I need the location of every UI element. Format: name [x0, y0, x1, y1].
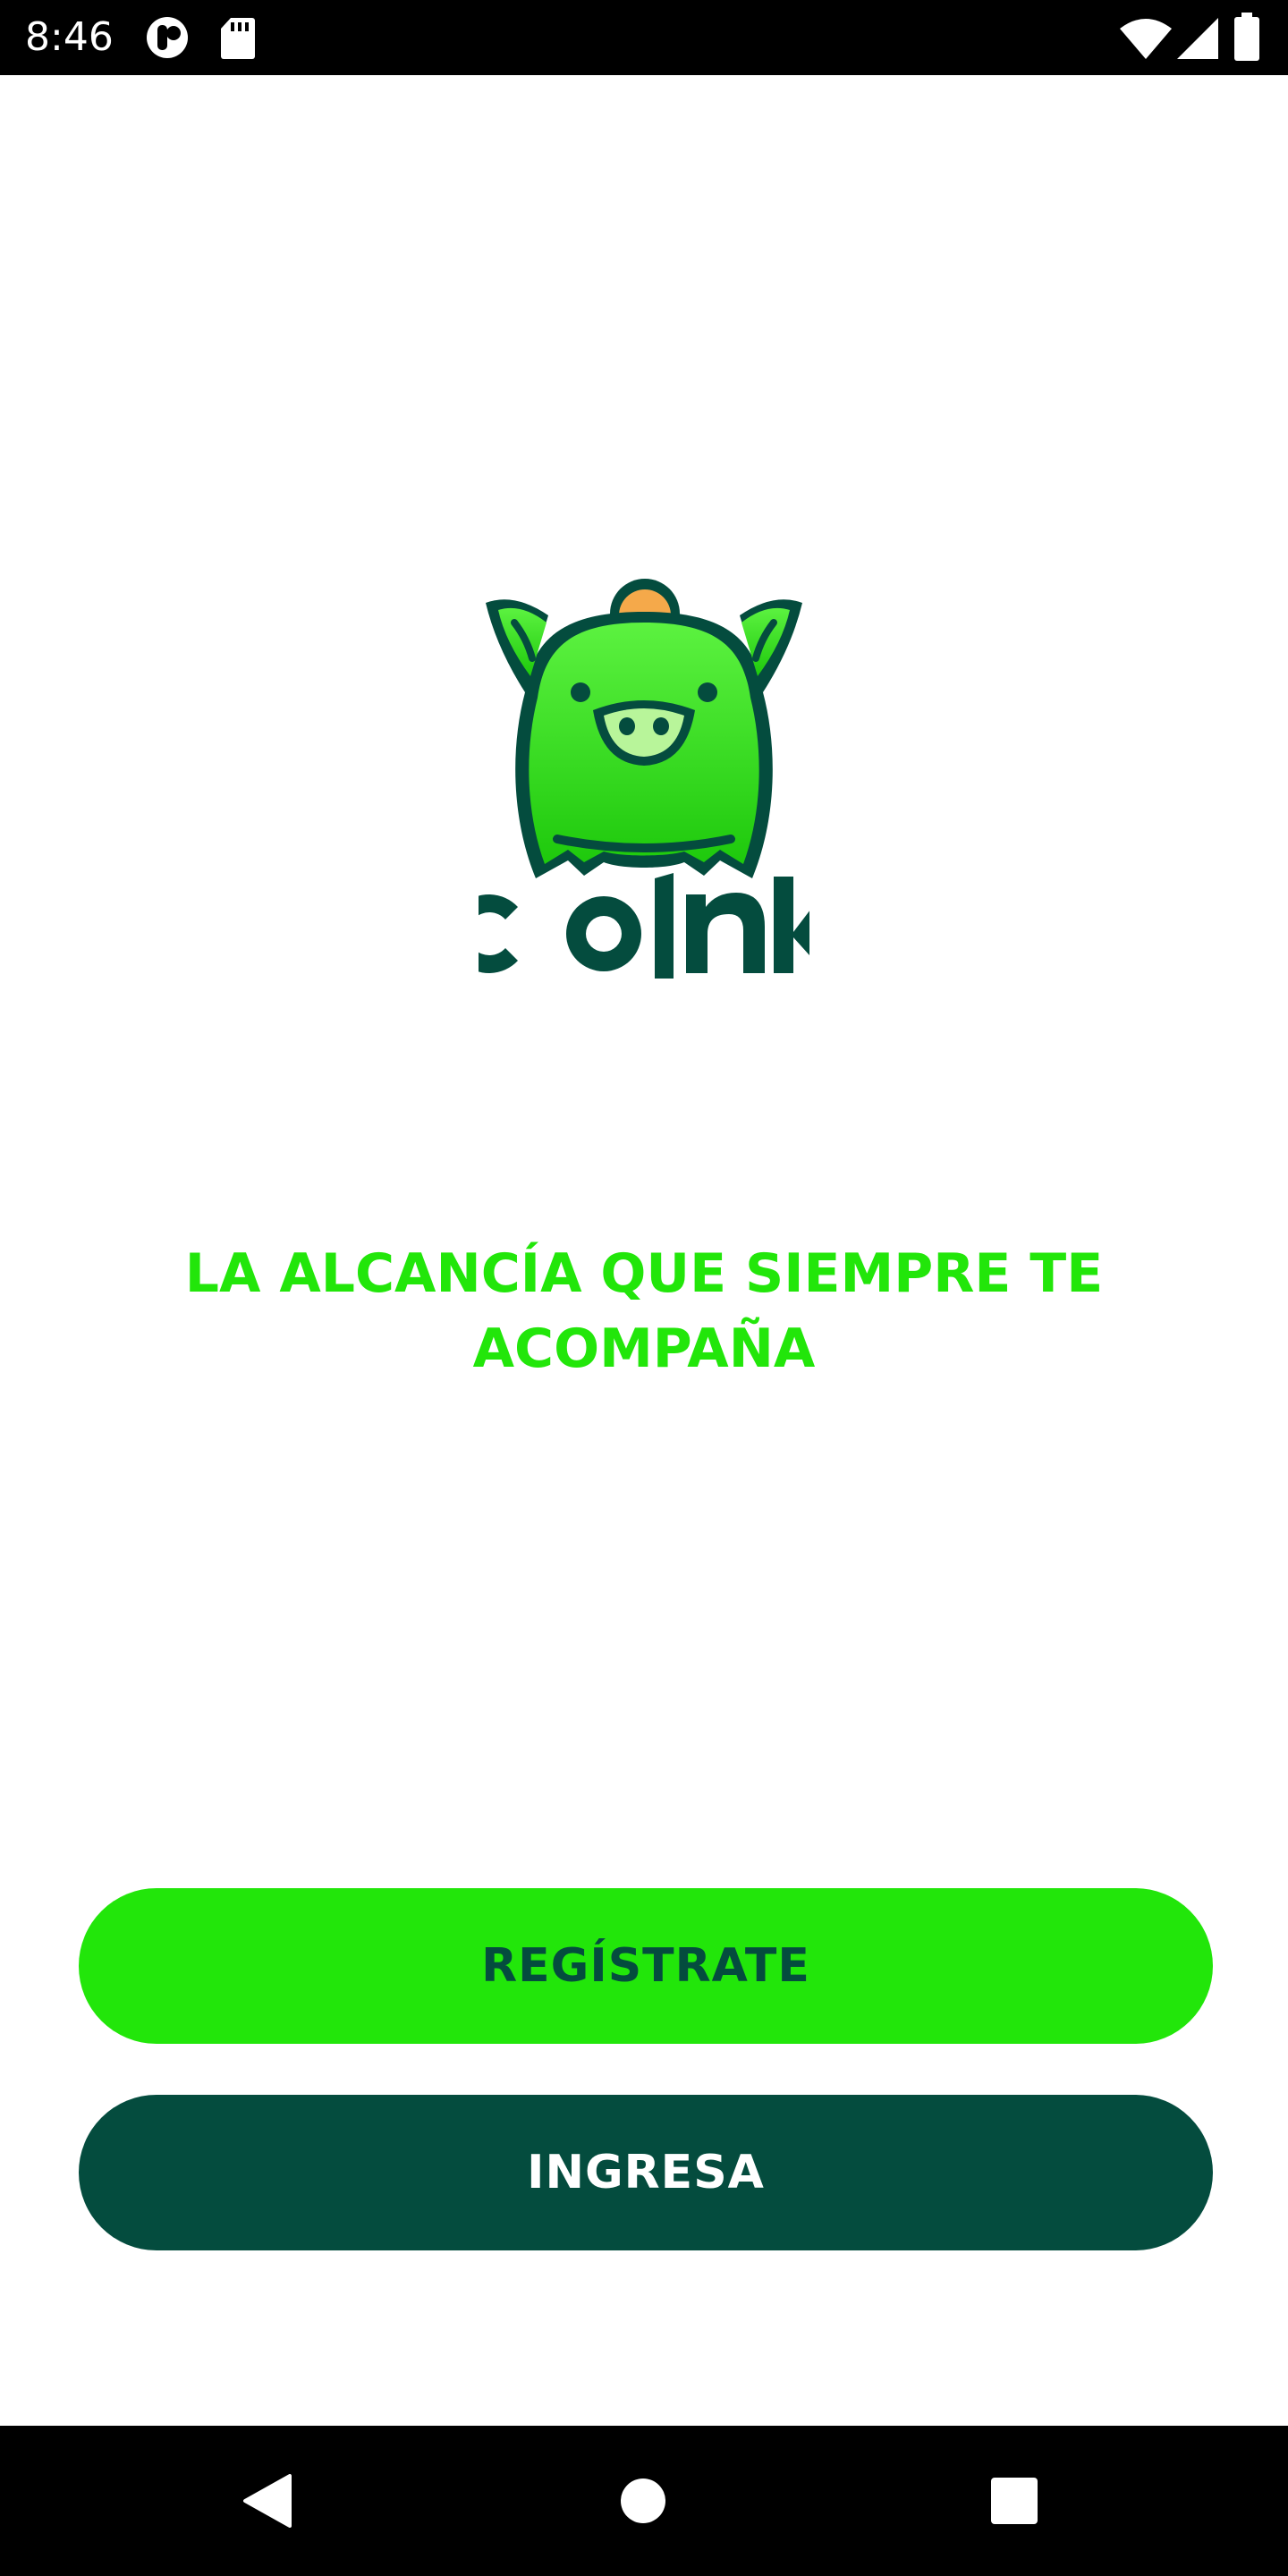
- coink-logo: [479, 579, 809, 979]
- battery-icon: [1234, 13, 1259, 61]
- tagline-line-1: LA ALCANCÍA QUE SIEMPRE TE: [184, 1242, 1104, 1305]
- tagline: LA ALCANCÍA QUE SIEMPRE TE ACOMPAÑA: [107, 1236, 1181, 1386]
- piggy-bank-icon: [486, 579, 802, 878]
- welcome-screen: LA ALCANCÍA QUE SIEMPRE TE ACOMPAÑA REGÍ…: [0, 75, 1288, 2426]
- circle-status-icon: [147, 17, 188, 58]
- wifi-icon: [1120, 19, 1172, 59]
- status-time: 8:46: [25, 14, 114, 60]
- login-button[interactable]: INGRESA: [79, 2095, 1213, 2250]
- status-bar: 8:46: [0, 0, 1288, 75]
- sd-card-icon: [221, 18, 255, 59]
- register-button[interactable]: REGÍSTRATE: [79, 1888, 1213, 2044]
- coink-wordmark: [479, 873, 809, 979]
- home-icon[interactable]: [620, 2478, 666, 2524]
- recents-icon[interactable]: [991, 2478, 1038, 2524]
- navigation-bar: [0, 2426, 1288, 2576]
- tagline-line-2: ACOMPAÑA: [472, 1318, 816, 1380]
- signal-icon: [1177, 18, 1218, 59]
- back-icon[interactable]: [242, 2474, 292, 2528]
